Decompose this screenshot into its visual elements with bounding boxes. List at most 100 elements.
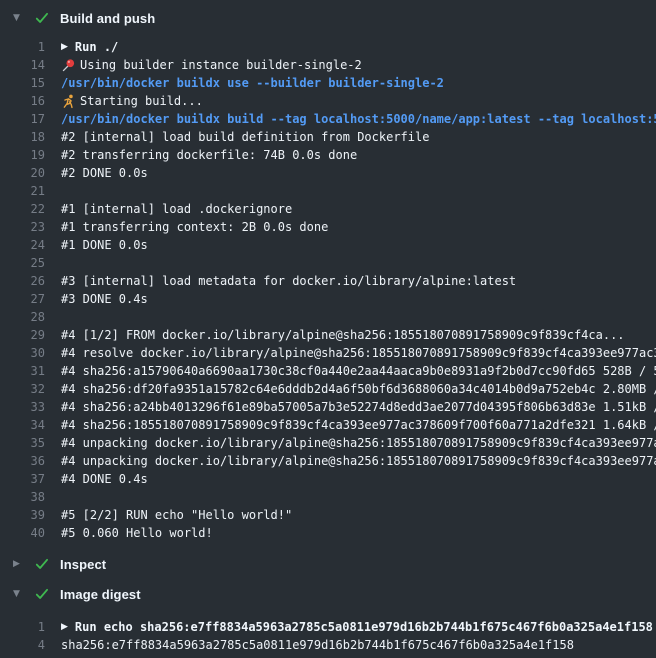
line-number[interactable]: 14: [0, 58, 45, 72]
log-row: 36 ▶ #4 unpacking docker.io/library/alpi…: [0, 452, 656, 470]
line-number[interactable]: 15: [0, 76, 45, 90]
line-number[interactable]: 1: [0, 40, 45, 54]
line-text: #4 resolve docker.io/library/alpine@sha2…: [61, 346, 656, 360]
log-row: 17 ▶ /usr/bin/docker buildx build --tag …: [0, 110, 656, 128]
log-row: 16 ▶ Starting build...: [0, 92, 656, 110]
section-title: Inspect: [60, 557, 106, 572]
check-success-icon: [34, 556, 50, 572]
line-text: #4 sha256:a24bb4013296f61e89ba57005a7b3e…: [61, 400, 656, 414]
line-content: ▶ Run ./: [61, 40, 656, 54]
check-success-icon: [34, 586, 50, 602]
log-row: 25 ▶: [0, 254, 656, 272]
log-row: 37 ▶ #4 DONE 0.4s: [0, 470, 656, 488]
runner-icon: [61, 94, 76, 109]
line-content: ▶ #2 transferring dockerfile: 74B 0.0s d…: [61, 148, 656, 162]
section-header[interactable]: ▼ Build and push: [0, 8, 656, 28]
line-text: #2 transferring dockerfile: 74B 0.0s don…: [61, 148, 357, 162]
line-content: ▶ sha256:e7ff8834a5963a2785c5a0811e979d1…: [61, 638, 656, 652]
line-content: ▶ #3 [internal] load metadata for docker…: [61, 274, 656, 288]
line-content: ▶ Using builder instance builder-single-…: [61, 58, 656, 73]
line-number[interactable]: 28: [0, 310, 45, 324]
line-content: ▶ #4 resolve docker.io/library/alpine@sh…: [61, 346, 656, 360]
log-row: 22 ▶ #1 [internal] load .dockerignore: [0, 200, 656, 218]
line-content: ▶ #1 transferring context: 2B 0.0s done: [61, 220, 656, 234]
expander-icon[interactable]: ▶: [61, 622, 68, 632]
line-content: ▶ #4 DONE 0.4s: [61, 472, 656, 486]
line-content: ▶ Starting build...: [61, 94, 656, 109]
line-content: ▶ #4 [1/2] FROM docker.io/library/alpine…: [61, 328, 656, 342]
log-section: ▼ Build and push 1 ▶ Run ./ 14 ▶: [0, 8, 656, 542]
line-number[interactable]: 4: [0, 638, 45, 652]
line-number[interactable]: 20: [0, 166, 45, 180]
line-number[interactable]: 19: [0, 148, 45, 162]
line-number[interactable]: 27: [0, 292, 45, 306]
log-row: 27 ▶ #3 DONE 0.4s: [0, 290, 656, 308]
line-text: #1 DONE 0.0s: [61, 238, 148, 252]
line-content: ▶ #4 sha256:df20fa9351a15782c64e6dddb2d4…: [61, 382, 656, 396]
line-number[interactable]: 24: [0, 238, 45, 252]
line-content: ▶ /usr/bin/docker buildx build --tag loc…: [61, 112, 656, 126]
line-text: #1 [internal] load .dockerignore: [61, 202, 292, 216]
line-text: #5 0.060 Hello world!: [61, 526, 213, 540]
log-row: 26 ▶ #3 [internal] load metadata for doc…: [0, 272, 656, 290]
line-text: Run ./: [75, 40, 118, 54]
chevron-icon: ▼: [13, 589, 25, 599]
log-row: 33 ▶ #4 sha256:a24bb4013296f61e89ba57005…: [0, 398, 656, 416]
line-content: ▶ /usr/bin/docker buildx use --builder b…: [61, 76, 656, 90]
line-number[interactable]: 36: [0, 454, 45, 468]
line-number[interactable]: 38: [0, 490, 45, 504]
line-text: #2 [internal] load build definition from…: [61, 130, 429, 144]
pushpin-icon: [61, 58, 76, 73]
log-row: 24 ▶ #1 DONE 0.0s: [0, 236, 656, 254]
line-number[interactable]: 33: [0, 400, 45, 414]
log-row: 28 ▶: [0, 308, 656, 326]
log-row: 40 ▶ #5 0.060 Hello world!: [0, 524, 656, 542]
log-row: 35 ▶ #4 unpacking docker.io/library/alpi…: [0, 434, 656, 452]
line-text: #4 DONE 0.4s: [61, 472, 148, 486]
log-row: 32 ▶ #4 sha256:df20fa9351a15782c64e6dddb…: [0, 380, 656, 398]
line-number[interactable]: 30: [0, 346, 45, 360]
log-row: 1 ▶ Run echo sha256:e7ff8834a5963a2785c5…: [0, 618, 656, 636]
line-number[interactable]: 39: [0, 508, 45, 522]
line-number[interactable]: 21: [0, 184, 45, 198]
line-number[interactable]: 17: [0, 112, 45, 126]
line-content: ▶ #3 DONE 0.4s: [61, 292, 656, 306]
line-text: #3 DONE 0.4s: [61, 292, 148, 306]
log-section: ▼ Image digest 1 ▶ Run echo sha256:e7ff8…: [0, 584, 656, 654]
line-text: Using builder instance builder-single-2: [80, 58, 362, 72]
line-number[interactable]: 18: [0, 130, 45, 144]
line-number[interactable]: 29: [0, 328, 45, 342]
line-text: sha256:e7ff8834a5963a2785c5a0811e979d16b…: [61, 638, 574, 652]
line-text: /usr/bin/docker buildx use --builder bui…: [61, 76, 444, 90]
line-number[interactable]: 1: [0, 620, 45, 634]
line-number[interactable]: 23: [0, 220, 45, 234]
line-content: ▶ #4 sha256:a15790640a6690aa1730c38cf0a4…: [61, 364, 656, 378]
log-row: 39 ▶ #5 [2/2] RUN echo "Hello world!": [0, 506, 656, 524]
line-number[interactable]: 26: [0, 274, 45, 288]
line-text: #4 [1/2] FROM docker.io/library/alpine@s…: [61, 328, 625, 342]
log-row: 15 ▶ /usr/bin/docker buildx use --builde…: [0, 74, 656, 92]
section-header[interactable]: ▶ Inspect: [0, 554, 656, 574]
line-number[interactable]: 40: [0, 526, 45, 540]
line-number[interactable]: 22: [0, 202, 45, 216]
line-number[interactable]: 37: [0, 472, 45, 486]
log-row: 20 ▶ #2 DONE 0.0s: [0, 164, 656, 182]
log-row: 31 ▶ #4 sha256:a15790640a6690aa1730c38cf…: [0, 362, 656, 380]
section-header[interactable]: ▼ Image digest: [0, 584, 656, 604]
line-number[interactable]: 25: [0, 256, 45, 270]
line-text: #4 unpacking docker.io/library/alpine@sh…: [61, 454, 656, 468]
line-number[interactable]: 16: [0, 94, 45, 108]
log-row: 30 ▶ #4 resolve docker.io/library/alpine…: [0, 344, 656, 362]
line-text: #1 transferring context: 2B 0.0s done: [61, 220, 328, 234]
workflow-log-viewer: ▼ Build and push 1 ▶ Run ./ 14 ▶: [0, 8, 656, 654]
line-number[interactable]: 32: [0, 382, 45, 396]
line-number[interactable]: 34: [0, 418, 45, 432]
log-row: 18 ▶ #2 [internal] load build definition…: [0, 128, 656, 146]
chevron-icon: ▼: [13, 13, 25, 23]
line-content: ▶ #2 DONE 0.0s: [61, 166, 656, 180]
line-number[interactable]: 31: [0, 364, 45, 378]
line-text: Run echo sha256:e7ff8834a5963a2785c5a081…: [75, 620, 653, 634]
expander-icon[interactable]: ▶: [61, 42, 68, 52]
line-number[interactable]: 35: [0, 436, 45, 450]
line-text: #4 sha256:185518070891758909c9f839cf4ca3…: [61, 418, 656, 432]
